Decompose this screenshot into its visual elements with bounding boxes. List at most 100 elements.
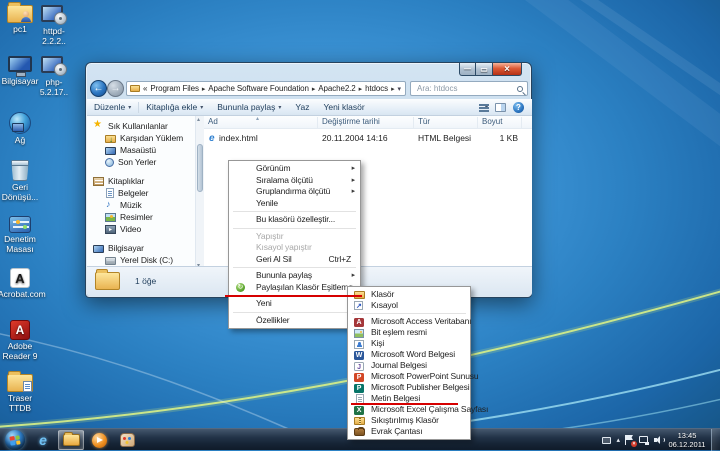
toolbar-duzenle[interactable]: Düzenle bbox=[87, 99, 138, 115]
menu-item-bununla-paylas[interactable]: Bununla paylaş bbox=[229, 270, 360, 282]
desktop-icon-adobe-reader[interactable]: A Adobe Reader 9 bbox=[0, 320, 42, 362]
preview-pane-icon[interactable] bbox=[495, 103, 506, 112]
documents-icon bbox=[106, 188, 114, 198]
sidebar-item-documents[interactable]: Belgeler bbox=[87, 187, 195, 199]
maximize-button[interactable] bbox=[476, 63, 493, 76]
taskbar-explorer[interactable] bbox=[58, 430, 84, 450]
submenu-item-sikistirilmis-klasor[interactable]: Sıkıştırılmış Klasör bbox=[348, 415, 470, 426]
sidebar-item-video[interactable]: Video bbox=[87, 223, 195, 235]
views-button[interactable]: ▾ bbox=[479, 103, 488, 111]
show-desktop-button[interactable] bbox=[711, 429, 720, 451]
file-row-index-html[interactable]: eindex.html 20.11.2004 14:16 HTML Belges… bbox=[204, 132, 524, 144]
excel-icon: X bbox=[354, 406, 364, 415]
sidebar-item-music[interactable]: Müzik bbox=[87, 199, 195, 211]
desktop-icon-denetim-masasi[interactable]: Denetim Masası bbox=[0, 216, 42, 255]
desktop-icon-traser[interactable]: Traser TTDB bbox=[0, 374, 42, 414]
minimize-button[interactable] bbox=[459, 63, 476, 76]
column-header-type[interactable]: Tür bbox=[414, 117, 478, 128]
column-header-name[interactable]: Ad bbox=[204, 117, 318, 128]
views-icon bbox=[479, 103, 489, 111]
tray-show-hidden-icon[interactable]: ▴ bbox=[616, 436, 620, 444]
column-header-modified[interactable]: Değiştirme tarihi bbox=[318, 117, 414, 128]
menu-item-paylasilan-klasor-esitleme[interactable]: Paylaşılan Klasör Eşitleme bbox=[229, 282, 360, 294]
word-icon: W bbox=[354, 351, 364, 360]
toolbar-yaz[interactable]: Yaz bbox=[288, 99, 316, 115]
submenu-item-powerpoint[interactable]: PMicrosoft PowerPoint Sunusu bbox=[348, 371, 470, 382]
volume-icon[interactable] bbox=[654, 436, 664, 445]
desktop-icon-recycle-bin[interactable]: Geri Dönüşü... bbox=[0, 160, 42, 203]
shortcut-icon bbox=[354, 301, 363, 310]
sidebar-item-desktop[interactable]: Masaüstü bbox=[87, 144, 195, 156]
toolbar-bununla-paylas[interactable]: Bununla paylaş bbox=[210, 99, 288, 115]
recent-places-icon bbox=[105, 158, 114, 167]
close-button[interactable] bbox=[493, 63, 522, 76]
tray-device-icon[interactable] bbox=[602, 437, 611, 444]
search-input[interactable] bbox=[415, 83, 517, 94]
address-dropdown-icon[interactable]: ▾ bbox=[397, 85, 400, 93]
window-controls bbox=[459, 63, 522, 76]
breadcrumb-segment[interactable]: Apache2.2 bbox=[318, 84, 365, 93]
disc-icon bbox=[54, 63, 67, 76]
menu-item-gruplandirma-olcutu[interactable]: Gruplandırma ölçütü bbox=[229, 186, 360, 198]
sidebar-item-pictures[interactable]: Resimler bbox=[87, 211, 195, 223]
sidebar-item-disk-c[interactable]: Yerel Disk (C:) bbox=[87, 254, 195, 266]
back-button[interactable]: ← bbox=[90, 80, 107, 97]
refresh-icon[interactable]: ↻ bbox=[405, 84, 406, 94]
breadcrumb-segment[interactable]: Program Files bbox=[150, 84, 208, 93]
taskbar-paint[interactable] bbox=[114, 430, 140, 450]
menu-item-kisayol-yapistir: Kısayol yapıştır bbox=[229, 242, 360, 254]
menu-item-ozellikler[interactable]: Özellikler bbox=[229, 315, 360, 327]
sidebar-group-libraries[interactable]: Kitaplıklar bbox=[87, 175, 195, 187]
submenu-item-kisi[interactable]: Kişi bbox=[348, 338, 470, 349]
desktop-icon-acrobat[interactable]: A Acrobat.com bbox=[0, 268, 42, 300]
installer-icon bbox=[41, 5, 67, 25]
submenu-item-word[interactable]: WMicrosoft Word Belgesi bbox=[348, 349, 470, 360]
submenu-item-excel[interactable]: XMicrosoft Excel Çalışma Sayfası bbox=[348, 404, 470, 415]
breadcrumb-segment[interactable]: Apache Software Foundation bbox=[208, 84, 318, 93]
column-header-size[interactable]: Boyut bbox=[478, 117, 522, 128]
menu-item-gorunum[interactable]: Görünüm bbox=[229, 163, 360, 175]
toolbar-yeni-klasor[interactable]: Yeni klasör bbox=[316, 99, 371, 115]
sidebar-item-recent[interactable]: Son Yerler bbox=[87, 156, 195, 168]
sidebar-scrollbar[interactable] bbox=[195, 116, 204, 269]
breadcrumb-segment[interactable]: htdocs bbox=[365, 84, 397, 93]
search-box[interactable] bbox=[410, 81, 528, 96]
sidebar-group-computer[interactable]: Bilgisayar bbox=[87, 242, 195, 254]
adobe-reader-icon: A bbox=[10, 320, 30, 340]
publisher-icon: P bbox=[354, 384, 364, 393]
taskbar-media-player[interactable] bbox=[86, 430, 112, 450]
taskbar-clock[interactable]: 13:45 06.12.2011 bbox=[666, 431, 708, 450]
command-bar: Düzenle Kitaplığa ekle Bununla paylaş Ya… bbox=[87, 99, 532, 116]
address-bar[interactable]: « Program Files Apache Software Foundati… bbox=[126, 81, 406, 96]
network-tray-icon[interactable] bbox=[639, 436, 649, 445]
menu-item-siralama-olcutu[interactable]: Sıralama ölçütü bbox=[229, 175, 360, 187]
installer-icon bbox=[41, 56, 67, 76]
toolbar-kitapliga-ekle[interactable]: Kitaplığa ekle bbox=[139, 99, 210, 115]
desktop-icon-httpd[interactable]: httpd-2.2.2.. bbox=[32, 5, 76, 47]
forward-button[interactable]: → bbox=[107, 80, 124, 97]
action-center-flag-icon[interactable]: × bbox=[625, 435, 634, 445]
menu-item-geri-al-sil[interactable]: Geri Al SilCtrl+Z bbox=[229, 254, 360, 266]
submenu-item-bitmap[interactable]: Bit eşlem resmi bbox=[348, 327, 470, 338]
desktop-icon-php[interactable]: php-5.2.17.. bbox=[32, 56, 76, 98]
submenu-item-klasor[interactable]: Klasör bbox=[348, 289, 470, 300]
submenu-item-publisher[interactable]: PMicrosoft Publisher Belgesi bbox=[348, 382, 470, 393]
sidebar-group-favorites[interactable]: Sık Kullanılanlar bbox=[87, 120, 195, 132]
submenu-item-journal[interactable]: JJournal Belgesi bbox=[348, 360, 470, 371]
sidebar-item-downloads[interactable]: Karşıdan Yüklem bbox=[87, 132, 195, 144]
submenu-item-kisayol[interactable]: Kısayol bbox=[348, 300, 470, 311]
menu-item-yenile[interactable]: Yenile bbox=[229, 198, 360, 210]
desktop-icon-ag[interactable]: Ağ bbox=[0, 112, 42, 146]
zip-folder-icon bbox=[354, 417, 365, 425]
submenu-item-access[interactable]: AMicrosoft Access Veritabanı bbox=[348, 316, 470, 327]
windows-logo-icon bbox=[9, 435, 20, 445]
sync-icon bbox=[236, 283, 245, 292]
help-icon[interactable] bbox=[513, 102, 524, 113]
menu-item-yeni[interactable]: Yeni bbox=[229, 298, 360, 310]
start-button[interactable] bbox=[5, 430, 25, 450]
menu-item-bu-klasoru-ozellestir[interactable]: Bu klasörü özelleştir... bbox=[229, 214, 360, 226]
scrollbar-thumb[interactable] bbox=[197, 144, 203, 192]
music-icon bbox=[105, 200, 116, 210]
taskbar-internet-explorer[interactable]: e bbox=[30, 430, 56, 450]
submenu-item-evrak-cantasi[interactable]: Evrak Çantası bbox=[348, 426, 470, 437]
